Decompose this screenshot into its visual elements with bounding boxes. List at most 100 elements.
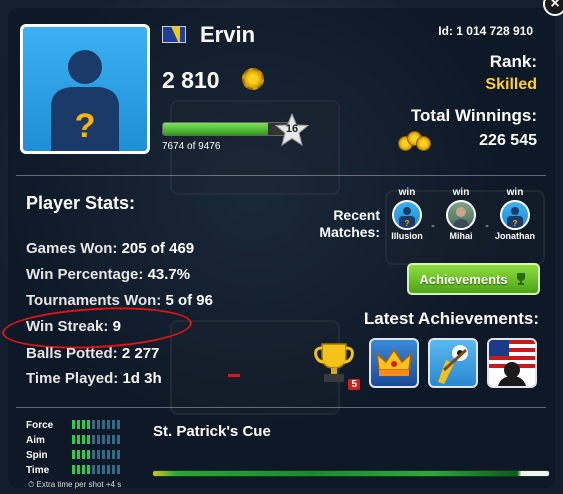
cue-stat-segment bbox=[77, 465, 80, 474]
cue-stat-segment bbox=[87, 450, 90, 459]
cue-stat-segment bbox=[77, 450, 80, 459]
cue-spin-bars bbox=[72, 450, 120, 459]
divider bbox=[16, 175, 546, 176]
cue-stat-segment bbox=[107, 450, 110, 459]
cue-stat-segment bbox=[72, 450, 75, 459]
match-separator: - bbox=[485, 218, 489, 232]
recent-match[interactable]: win ? Illusion bbox=[383, 187, 431, 241]
opponent-avatar: ? bbox=[500, 200, 530, 230]
xp-progress-fill bbox=[163, 123, 269, 135]
cue-stat-segment bbox=[77, 435, 80, 444]
cue-stat-segment bbox=[82, 435, 85, 444]
achievement-trophy[interactable]: 5 bbox=[312, 340, 360, 390]
player-id: Id: 1 014 728 910 bbox=[438, 24, 533, 38]
match-result: win bbox=[506, 187, 524, 198]
stat-value: 43.7% bbox=[147, 266, 191, 283]
rank-value: Skilled bbox=[485, 76, 537, 93]
default-avatar-icon: ? bbox=[507, 207, 523, 228]
cue-stat-label: Spin bbox=[26, 450, 48, 461]
coin-stack-icon bbox=[398, 131, 432, 153]
country-flag-icon bbox=[162, 26, 186, 43]
photo-avatar-icon bbox=[452, 207, 470, 228]
cue-stat-segment bbox=[112, 450, 115, 459]
level-number: 16 bbox=[285, 123, 299, 135]
stat-label: Time Played: bbox=[26, 370, 119, 387]
avatar[interactable]: ? bbox=[20, 24, 150, 154]
xp-text: 7674 of 9476 bbox=[162, 141, 221, 152]
default-avatar-icon: ? bbox=[51, 50, 119, 151]
coin-balance: 2 810 bbox=[162, 67, 220, 93]
achievement-cue-ball[interactable] bbox=[428, 338, 478, 388]
achievement-crown[interactable] bbox=[369, 338, 419, 388]
extra-time-text: ⏱ Extra time per shot +4 s bbox=[28, 480, 121, 490]
crown-icon bbox=[376, 348, 412, 376]
cue-stat-segment bbox=[72, 435, 75, 444]
cue-stat-segment bbox=[82, 420, 85, 429]
match-separator: - bbox=[431, 218, 435, 232]
stat-label: Games Won: bbox=[26, 240, 118, 257]
cue-stat-segment bbox=[92, 420, 95, 429]
cue-stat-segment bbox=[97, 450, 100, 459]
recent-matches-title-line2: Matches: bbox=[319, 224, 380, 240]
cue-stat-segment bbox=[92, 465, 95, 474]
extra-time-label: Extra time per shot +4 s bbox=[36, 480, 122, 489]
stat-time-played: Time Played: 1d 3h bbox=[26, 370, 162, 387]
cue-stat-segment bbox=[102, 465, 105, 474]
cue-stat-segment bbox=[77, 420, 80, 429]
trophy-icon bbox=[516, 273, 525, 285]
cue-stat-segment bbox=[72, 420, 75, 429]
stat-label: Tournaments Won: bbox=[26, 292, 162, 309]
cue-stat-segment bbox=[97, 465, 100, 474]
divider bbox=[16, 407, 546, 408]
opponent-name: Jonathan bbox=[494, 231, 535, 241]
stat-label: Win Percentage: bbox=[26, 266, 144, 283]
cue-stick-image[interactable] bbox=[152, 470, 550, 477]
cue-stat-segment bbox=[97, 435, 100, 444]
cue-stat-segment bbox=[107, 435, 110, 444]
cue-stat-segment bbox=[82, 450, 85, 459]
cue-stat-label: Force bbox=[26, 420, 54, 431]
recent-matches-title-line1: Recent bbox=[333, 207, 380, 223]
cue-stat-segment bbox=[117, 435, 120, 444]
achievement-usa[interactable] bbox=[487, 338, 537, 388]
cue-force-bars bbox=[72, 420, 120, 429]
cue-stat-segment bbox=[92, 450, 95, 459]
match-result: win bbox=[452, 187, 470, 198]
recent-matches-title: Recent Matches: bbox=[310, 207, 380, 241]
cue-stat-label: Time bbox=[26, 465, 50, 476]
recent-match[interactable]: win ? Jonathan bbox=[491, 187, 539, 241]
coin-icon[interactable] bbox=[242, 68, 264, 90]
opponent-avatar bbox=[446, 200, 476, 230]
match-result: win bbox=[398, 187, 416, 198]
cue-stat-segment bbox=[107, 420, 110, 429]
achievements-button-label: Achievements bbox=[419, 271, 508, 287]
stat-value: 1d 3h bbox=[122, 370, 162, 387]
red-annotation-mark bbox=[228, 374, 240, 377]
cue-stat-segment bbox=[72, 465, 75, 474]
cue-stat-segment bbox=[117, 465, 120, 474]
total-winnings-label: Total Winnings: bbox=[410, 106, 537, 125]
usa-flag-icon bbox=[489, 340, 535, 386]
cue-time-bars bbox=[72, 465, 120, 474]
cue-stat-segment bbox=[112, 420, 115, 429]
svg-text:?: ? bbox=[513, 219, 518, 228]
cue-stat-segment bbox=[87, 465, 90, 474]
cue-stat-segment bbox=[102, 435, 105, 444]
svg-text:?: ? bbox=[405, 219, 410, 228]
stat-value: 205 of 469 bbox=[121, 240, 195, 257]
cue-stat-label: Aim bbox=[26, 435, 45, 446]
clock-icon: ⏱ bbox=[28, 480, 35, 489]
cue-stat-segment bbox=[102, 420, 105, 429]
stat-win-percentage: Win Percentage: 43.7% bbox=[26, 266, 190, 283]
opponent-avatar: ? bbox=[392, 200, 422, 230]
latest-achievements-title: Latest Achievements: bbox=[363, 309, 539, 328]
achievements-button[interactable]: Achievements bbox=[407, 263, 540, 295]
cue-stat-segment bbox=[112, 465, 115, 474]
svg-text:?: ? bbox=[75, 107, 96, 145]
stat-label: Balls Potted: bbox=[26, 345, 118, 362]
cue-aim-bars bbox=[72, 435, 120, 444]
cue-stat-segment bbox=[117, 450, 120, 459]
stat-value: 2 277 bbox=[121, 345, 160, 362]
opponent-name: Mihai bbox=[449, 231, 473, 241]
recent-match[interactable]: win Mihai bbox=[437, 187, 485, 241]
